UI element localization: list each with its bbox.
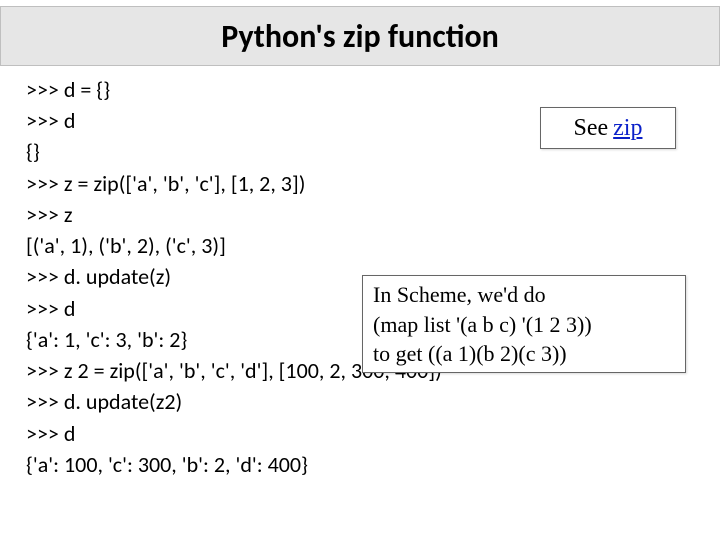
zip-link[interactable]: zip [613,115,642,142]
scheme-line: (map list '(a b c) '(1 2 3)) [373,310,675,340]
scheme-line: In Scheme, we'd do [373,280,675,310]
code-line: >>> d. update(z2) [26,386,694,417]
code-line: >>> d = {} [26,74,694,105]
code-line: [('a', 1), ('b', 2), ('c', 3)] [26,230,694,261]
scheme-line: to get ((a 1)(b 2)(c 3)) [373,339,675,369]
code-line: >>> z [26,199,694,230]
title-bar: Python's zip function [0,6,720,66]
see-zip-callout: See zip [540,107,676,149]
code-line: {'a': 100, 'c': 300, 'b': 2, 'd': 400} [26,449,694,480]
scheme-callout: In Scheme, we'd do (map list '(a b c) '(… [362,275,686,373]
code-line: >>> z = zip(['a', 'b', 'c'], [1, 2, 3]) [26,168,694,199]
slide-title: Python's zip function [221,17,499,56]
see-zip-prefix: See [574,115,609,142]
code-line: >>> d [26,418,694,449]
